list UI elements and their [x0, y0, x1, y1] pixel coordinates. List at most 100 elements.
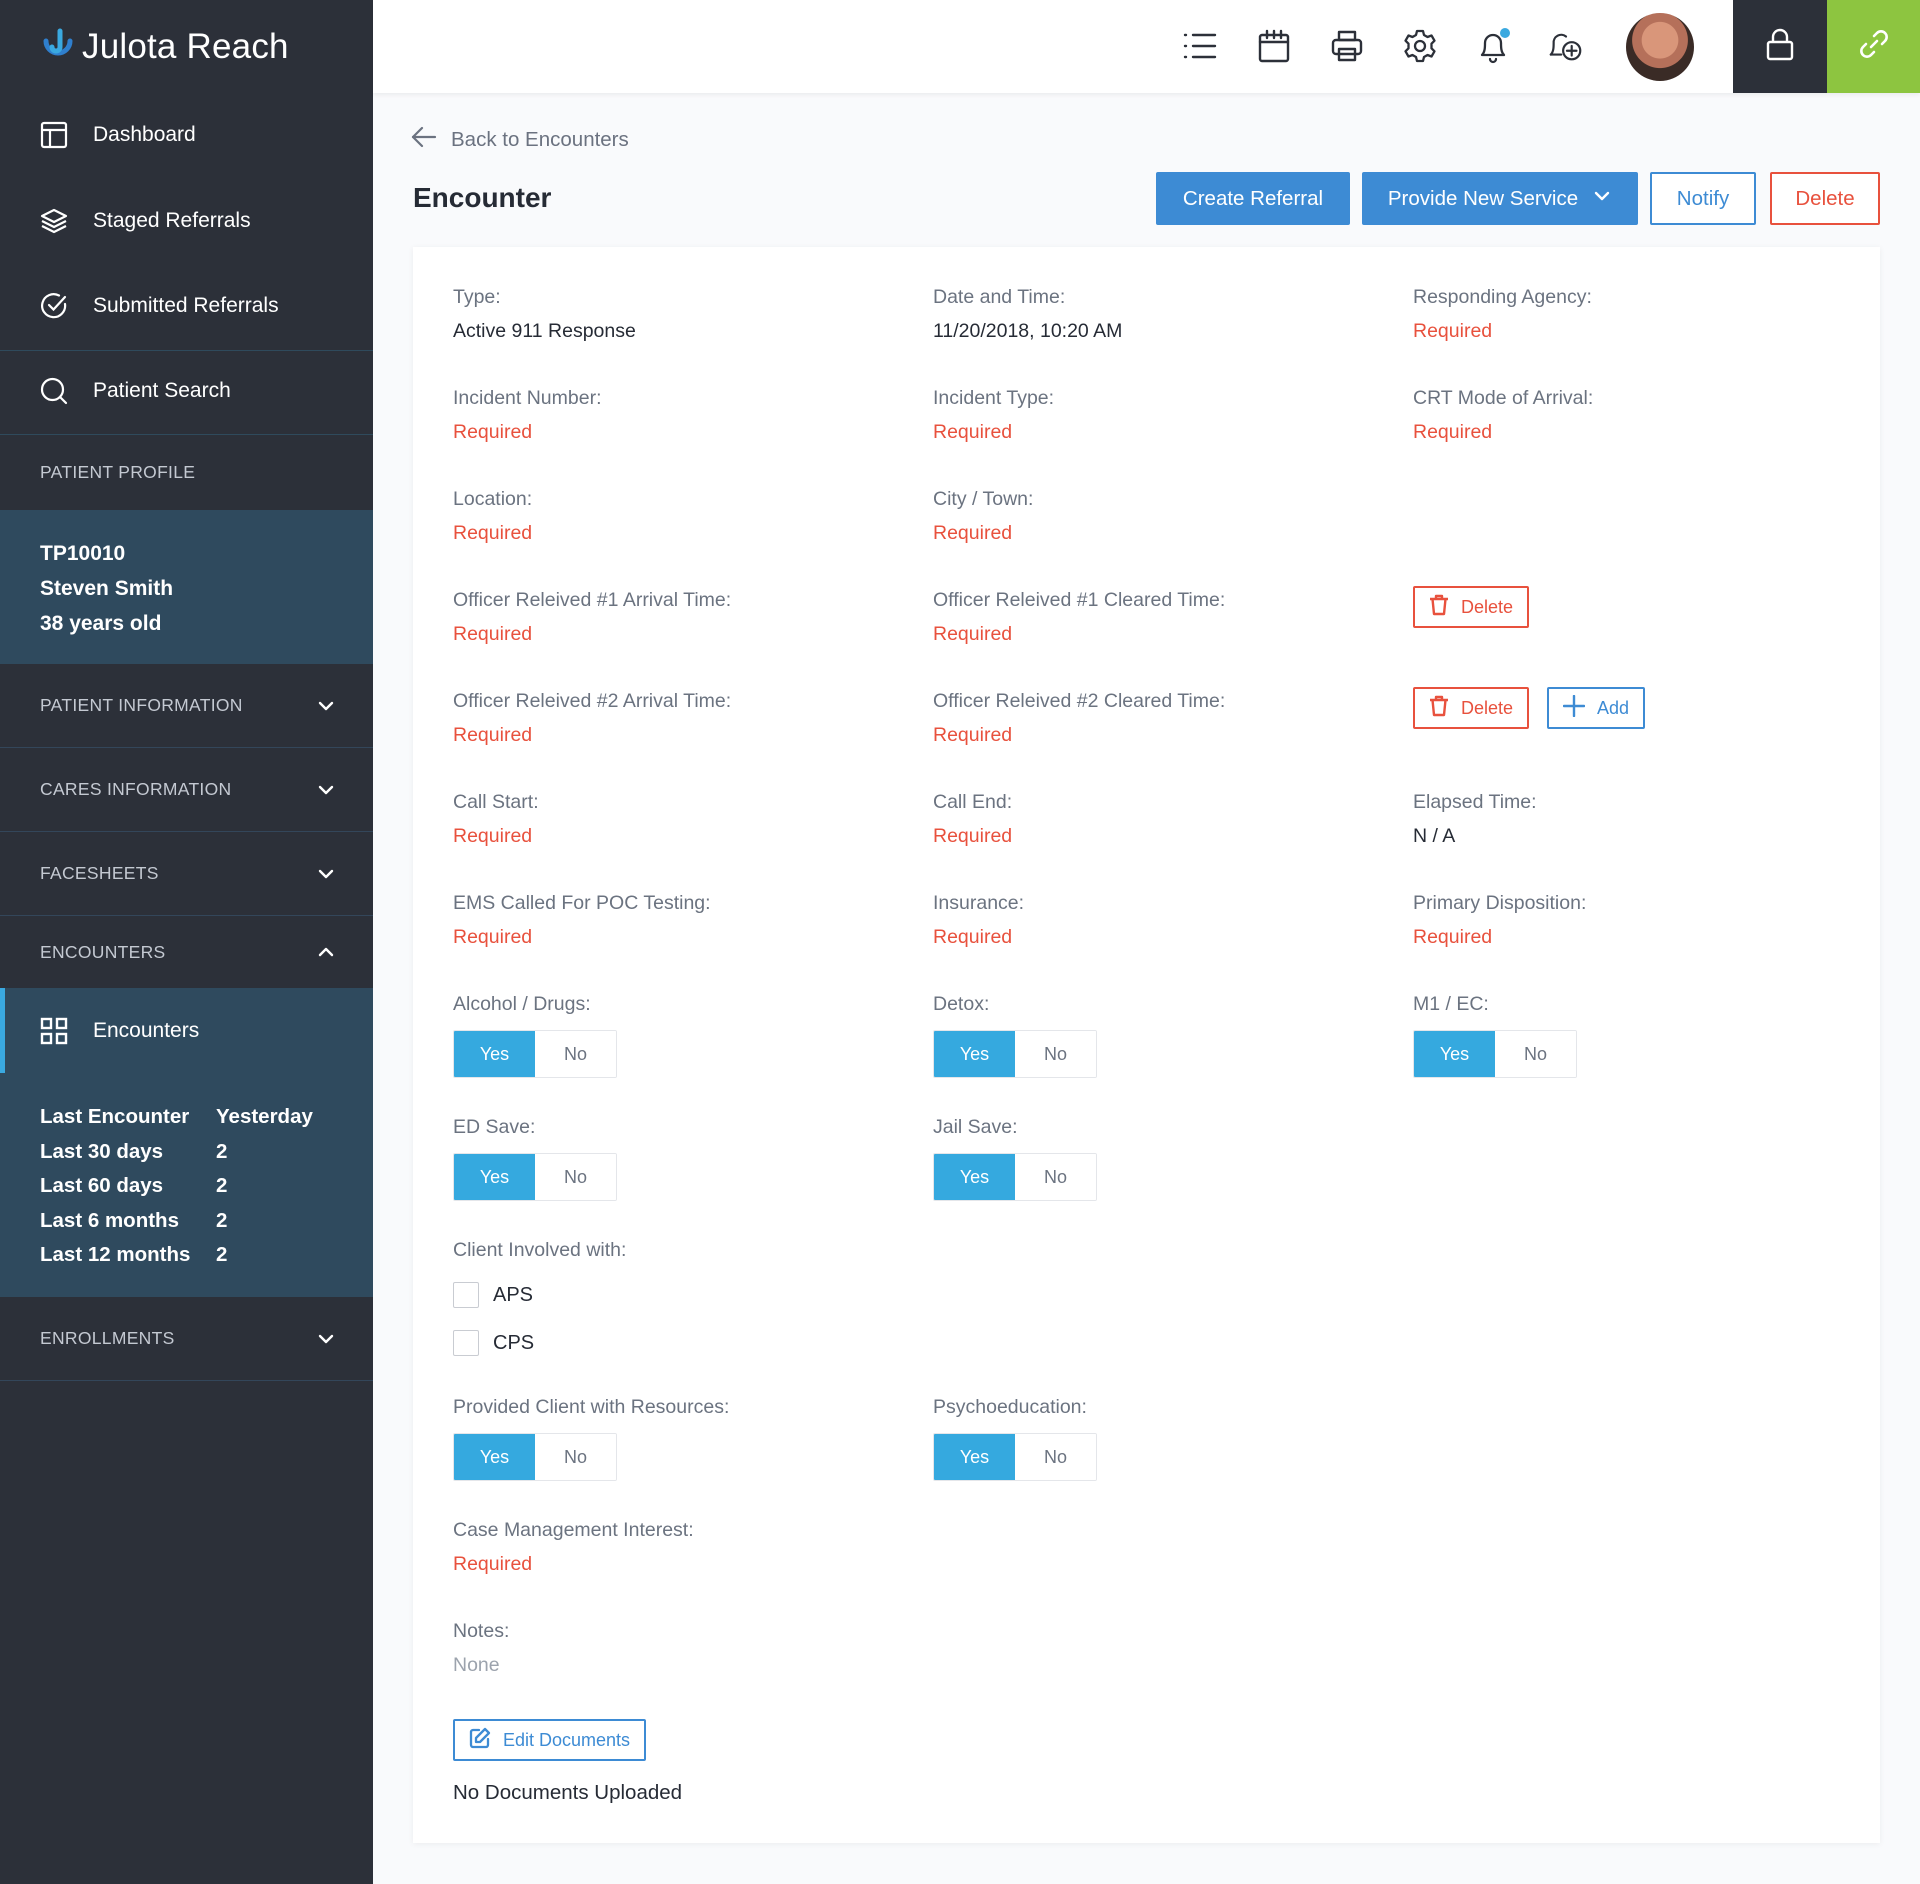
field-officer2-cleared[interactable]: Officer Releived #2 Cleared Time: Require…	[933, 689, 1225, 747]
toggle-yes[interactable]: Yes	[934, 1031, 1015, 1077]
field-city-town[interactable]: City / Town: Required	[933, 487, 1033, 545]
checkbox-cps[interactable]: CPS	[453, 1330, 626, 1356]
field-value[interactable]: Required	[453, 622, 731, 646]
field-insurance[interactable]: Insurance: Required	[933, 891, 1024, 949]
sidebar-item-dashboard[interactable]: Dashboard	[0, 100, 373, 170]
lock-icon	[1765, 27, 1795, 66]
field-value[interactable]: Required	[453, 1552, 694, 1576]
provide-new-service-button[interactable]: Provide New Service	[1362, 172, 1638, 225]
create-referral-button[interactable]: Create Referral	[1156, 172, 1350, 225]
sidebar-item-encounters[interactable]: Encounters	[0, 988, 373, 1073]
field-crt-mode[interactable]: CRT Mode of Arrival: Required	[1413, 386, 1593, 444]
user-avatar[interactable]	[1626, 13, 1694, 81]
toggle-yes[interactable]: Yes	[454, 1031, 535, 1077]
notify-button[interactable]: Notify	[1650, 172, 1756, 225]
printer-icon[interactable]	[1328, 27, 1366, 65]
field-value[interactable]: Required	[1413, 925, 1586, 949]
field-value[interactable]: Required	[933, 420, 1054, 444]
field-location[interactable]: Location: Required	[453, 487, 532, 545]
field-case-management[interactable]: Case Management Interest: Required	[453, 1518, 694, 1576]
field-label: Incident Type:	[933, 387, 1055, 409]
section-enrollments[interactable]: ENROLLMENTS	[0, 1297, 373, 1381]
list-icon[interactable]	[1181, 27, 1219, 65]
field-value[interactable]: Required	[1413, 319, 1592, 343]
section-encounters[interactable]: ENCOUNTERS	[0, 916, 373, 988]
patient-id: TP10010	[40, 542, 126, 565]
toggle-yes[interactable]: Yes	[934, 1434, 1015, 1480]
field-incident-number[interactable]: Incident Number: Required	[453, 386, 602, 444]
toggle-no[interactable]: No	[535, 1031, 616, 1077]
bell-plus-icon[interactable]	[1547, 27, 1585, 65]
checkbox[interactable]	[453, 1330, 479, 1356]
field-value[interactable]: Required	[933, 723, 1225, 747]
field-type: Type: Active 911 Response	[453, 285, 636, 343]
app-logo[interactable]: Julota Reach	[40, 24, 289, 70]
field-value[interactable]: Required	[933, 824, 1012, 848]
field-call-end[interactable]: Call End: Required	[933, 790, 1012, 848]
toggle-yes[interactable]: Yes	[934, 1154, 1015, 1200]
patient-profile-card[interactable]: TP10010 Steven Smith 38 years old	[0, 510, 373, 664]
field-value[interactable]: Required	[1413, 420, 1593, 444]
yes-no-toggle: Yes No	[933, 1433, 1097, 1481]
field-officer2-arrival[interactable]: Officer Releived #2 Arrival Time: Require…	[453, 689, 731, 747]
edit-documents-button[interactable]: Edit Documents	[453, 1719, 647, 1761]
bell-icon[interactable]	[1474, 27, 1512, 65]
toggle-no[interactable]: No	[1015, 1434, 1096, 1480]
field-label: Date and Time:	[933, 286, 1066, 308]
stat-row: Last 60 days 2	[40, 1169, 313, 1204]
field-label: Psychoeducation:	[933, 1396, 1087, 1418]
search-icon	[40, 377, 68, 405]
delete-officer1-button[interactable]: Delete	[1413, 586, 1530, 628]
field-officer1-cleared[interactable]: Officer Releived #1 Cleared Time: Require…	[933, 588, 1225, 646]
field-primary-disposition[interactable]: Primary Disposition: Required	[1413, 891, 1586, 949]
field-value[interactable]: Required	[453, 824, 539, 848]
checkbox[interactable]	[453, 1282, 479, 1308]
toggle-no[interactable]: No	[535, 1434, 616, 1480]
toggle-no[interactable]: No	[1495, 1031, 1576, 1077]
field-value[interactable]: Required	[453, 420, 602, 444]
section-facesheets[interactable]: FACESHEETS	[0, 832, 373, 916]
field-value[interactable]: Required	[453, 521, 532, 545]
field-value[interactable]: Required	[453, 925, 711, 949]
field-label: Location:	[453, 488, 533, 510]
toggle-yes[interactable]: Yes	[454, 1434, 535, 1480]
stat-value: 2	[216, 1174, 228, 1198]
field-officer1-arrival[interactable]: Officer Releived #1 Arrival Time: Require…	[453, 588, 731, 646]
toggle-yes[interactable]: Yes	[454, 1154, 535, 1200]
field-responding-agency[interactable]: Responding Agency: Required	[1413, 285, 1592, 343]
delete-officer2-button[interactable]: Delete	[1413, 687, 1530, 729]
link-button[interactable]	[1827, 0, 1920, 93]
dashboard-icon	[40, 121, 68, 149]
chevron-down-icon	[315, 779, 337, 801]
field-ems-poc[interactable]: EMS Called For POC Testing: Required	[453, 891, 711, 949]
back-to-encounters-link[interactable]: Back to Encounters	[411, 126, 629, 153]
gear-icon[interactable]	[1401, 27, 1439, 65]
lock-button[interactable]	[1733, 0, 1827, 93]
field-call-start[interactable]: Call Start: Required	[453, 790, 539, 848]
encounter-stats: Last Encounter Yesterday Last 30 days 2 La…	[40, 1100, 313, 1273]
section-cares-information[interactable]: CARES INFORMATION	[0, 748, 373, 832]
patient-age: 38 years old	[40, 612, 162, 635]
toggle-no[interactable]: No	[535, 1154, 616, 1200]
sidebar-item-staged-referrals[interactable]: Staged Referrals	[0, 186, 373, 256]
toggle-no[interactable]: No	[1015, 1154, 1096, 1200]
trash-icon	[1429, 695, 1449, 722]
checkbox-aps[interactable]: APS	[453, 1282, 626, 1308]
provide-new-service-label: Provide New Service	[1387, 186, 1579, 210]
field-value[interactable]: Required	[453, 723, 731, 747]
sidebar-item-patient-search[interactable]: Patient Search	[0, 356, 373, 426]
section-patient-information[interactable]: PATIENT INFORMATION	[0, 664, 373, 748]
toggle-yes[interactable]: Yes	[1414, 1031, 1495, 1077]
field-value[interactable]: Required	[933, 521, 1033, 545]
layers-icon	[40, 207, 68, 235]
add-officer-button[interactable]: Add	[1547, 687, 1646, 729]
toggle-jail-save: Jail Save: Yes No	[933, 1115, 1097, 1201]
top-header	[373, 0, 1920, 93]
calendar-icon[interactable]	[1255, 27, 1293, 65]
field-incident-type[interactable]: Incident Type: Required	[933, 386, 1054, 444]
delete-encounter-button[interactable]: Delete	[1770, 172, 1880, 225]
sidebar-item-submitted-referrals[interactable]: Submitted Referrals	[0, 271, 373, 341]
field-value[interactable]: Required	[933, 925, 1024, 949]
field-value[interactable]: Required	[933, 622, 1225, 646]
toggle-no[interactable]: No	[1015, 1031, 1096, 1077]
